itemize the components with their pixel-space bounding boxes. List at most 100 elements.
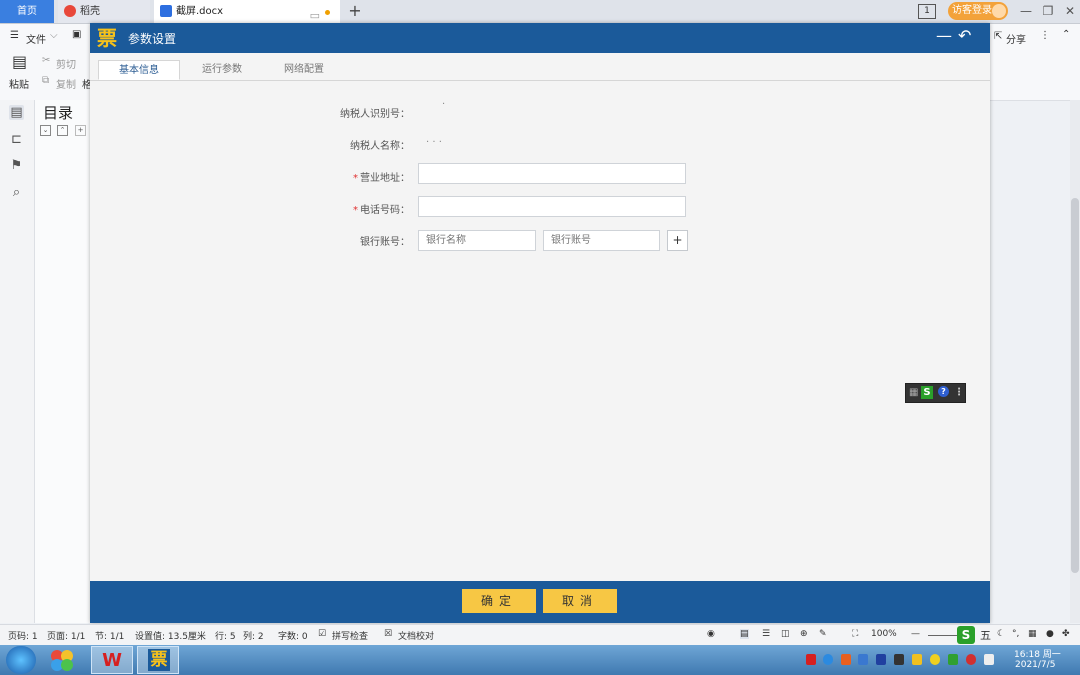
ime-toolbar[interactable]: ▦ S ? ⋮ bbox=[905, 383, 966, 403]
bookmark-icon[interactable]: ⚑ bbox=[9, 158, 24, 173]
pen-icon[interactable]: ✎ bbox=[819, 629, 827, 639]
back-icon[interactable]: ↶ bbox=[958, 26, 971, 45]
add-bank-account-button[interactable]: + bbox=[667, 230, 688, 251]
visitor-login-button[interactable]: 访客登录 bbox=[948, 2, 1008, 20]
menu-dots-icon[interactable]: ⋮ bbox=[954, 386, 964, 399]
toc-panel-icon[interactable]: ▤ bbox=[9, 105, 24, 120]
fit-page-icon[interactable]: ⛶ bbox=[852, 629, 858, 639]
confirm-button[interactable]: 确定 bbox=[462, 589, 536, 613]
sogou-ime-icon[interactable]: S bbox=[957, 626, 975, 644]
wps-taskbar-button[interactable]: W bbox=[91, 646, 133, 674]
file-menu[interactable]: 文件 bbox=[26, 31, 46, 46]
web-view-icon[interactable]: ⊕ bbox=[800, 629, 808, 639]
tab-document[interactable]: 截屏.docx ▭ bbox=[154, 0, 340, 23]
security-tray-icon[interactable] bbox=[841, 654, 851, 665]
unsaved-dot-icon bbox=[325, 10, 330, 15]
collapse-ribbon-icon[interactable]: ⌃ bbox=[1062, 29, 1070, 40]
zoom-level[interactable]: 100% bbox=[871, 629, 897, 639]
toolbox-icon[interactable]: ✤ bbox=[1062, 629, 1070, 639]
cancel-button[interactable]: 取消 bbox=[543, 589, 617, 613]
cut-icon[interactable]: ✂ bbox=[42, 55, 50, 66]
page-code[interactable]: 页码: 1 bbox=[8, 629, 38, 642]
tab-basic-info[interactable]: 基本信息 bbox=[98, 60, 180, 80]
ime-mode[interactable]: 五 bbox=[980, 627, 991, 643]
network-tray-icon[interactable] bbox=[858, 654, 868, 665]
bank-account-input[interactable] bbox=[543, 230, 660, 251]
page-count[interactable]: 页面: 1/1 bbox=[47, 629, 85, 642]
new-tab-button[interactable]: + bbox=[346, 0, 364, 23]
dialog-tabs: 基本信息 运行参数 网络配置 bbox=[90, 53, 990, 81]
doc-proof[interactable]: 文档校对 bbox=[398, 629, 434, 642]
reading-view-icon[interactable]: ◫ bbox=[781, 629, 790, 639]
invoice-taskbar-button[interactable]: 票 bbox=[137, 646, 179, 674]
row-info[interactable]: 行: 5 bbox=[215, 629, 236, 642]
paste-label[interactable]: 粘贴 bbox=[9, 76, 29, 91]
pinwheel-app-icon[interactable] bbox=[48, 648, 76, 672]
eye-protection-icon[interactable]: ◉ bbox=[707, 629, 715, 639]
section-info[interactable]: 节: 1/1 bbox=[95, 629, 124, 642]
copy-label[interactable]: 复制 bbox=[56, 76, 76, 91]
update-tray-icon[interactable] bbox=[948, 654, 958, 665]
close-icon[interactable]: ✕ bbox=[1060, 2, 1080, 20]
tab-home[interactable]: 首页 bbox=[0, 0, 54, 23]
search-icon[interactable]: ⌕ bbox=[9, 185, 24, 200]
clock-date[interactable]: 2021/7/5 bbox=[1015, 660, 1055, 670]
minimize-icon[interactable]: — bbox=[936, 26, 952, 45]
volume-tray-icon[interactable] bbox=[966, 654, 976, 665]
outline-view-icon[interactable]: ☰ bbox=[762, 629, 770, 639]
user-icon[interactable]: ● bbox=[1046, 629, 1054, 639]
setting-value[interactable]: 设置值: 13.5厘米 bbox=[135, 629, 206, 642]
bank-name-input[interactable] bbox=[418, 230, 536, 251]
tab-network-config[interactable]: 网络配置 bbox=[268, 60, 340, 80]
page-view-icon[interactable]: ▤ bbox=[740, 629, 749, 639]
restore-icon[interactable]: ❐ bbox=[1038, 2, 1058, 20]
share-button[interactable]: 分享 bbox=[1006, 31, 1026, 46]
toc-expand-icon[interactable]: ⌃ bbox=[57, 125, 68, 136]
share-icon[interactable]: ⇱ bbox=[994, 31, 1002, 42]
more-icon[interactable]: ⋮ bbox=[1040, 30, 1050, 41]
smile-tray-icon[interactable] bbox=[930, 654, 940, 665]
phone-input[interactable] bbox=[418, 196, 686, 217]
word-count[interactable]: 字数: 0 bbox=[278, 629, 308, 642]
browser-tray-icon[interactable] bbox=[823, 654, 833, 665]
toc-add-icon[interactable]: + bbox=[75, 125, 86, 136]
keyboard-icon[interactable]: ▦ bbox=[909, 386, 918, 399]
folder-icon[interactable]: ⊏ bbox=[9, 132, 24, 147]
required-mark: * bbox=[353, 173, 358, 184]
save-icon[interactable]: ▣ bbox=[72, 29, 81, 40]
tab-daoke-label: 稻壳 bbox=[80, 6, 100, 17]
zoom-slider[interactable] bbox=[928, 635, 958, 636]
business-address-input[interactable] bbox=[418, 163, 686, 184]
chevron-down-icon[interactable]: ⌵ bbox=[50, 30, 58, 41]
copy-icon[interactable]: ⧉ bbox=[42, 75, 49, 86]
signal-tray-icon[interactable] bbox=[984, 654, 994, 665]
tab-run-params[interactable]: 运行参数 bbox=[186, 60, 258, 80]
tab-document-label: 截屏.docx bbox=[176, 6, 224, 17]
key-tray-icon[interactable] bbox=[912, 654, 922, 665]
wps-tray-icon[interactable] bbox=[806, 654, 816, 665]
minimize-icon[interactable]: — bbox=[1016, 2, 1036, 20]
zoom-out-icon[interactable]: — bbox=[911, 629, 920, 639]
scrollbar-thumb[interactable] bbox=[1071, 198, 1079, 573]
bank-account-label: 银行账号： bbox=[360, 237, 410, 248]
paste-icon[interactable]: ▤ bbox=[12, 52, 27, 71]
doc-proof-icon[interactable]: ☒ bbox=[384, 629, 392, 639]
clock-time[interactable]: 16:18 周一 bbox=[1014, 647, 1061, 660]
tax-tray-icon[interactable] bbox=[876, 654, 886, 665]
window-count-icon[interactable]: 1 bbox=[918, 4, 936, 19]
cut-label[interactable]: 剪切 bbox=[56, 56, 76, 71]
soft-keyboard-icon[interactable]: ▦ bbox=[1028, 629, 1037, 639]
spell-check-icon[interactable]: ☑ bbox=[318, 629, 326, 639]
start-button[interactable] bbox=[6, 646, 36, 674]
menu-icon[interactable]: ☰ bbox=[10, 30, 19, 41]
toc-collapse-icon[interactable]: ⌄ bbox=[40, 125, 51, 136]
pen-tray-icon[interactable] bbox=[894, 654, 904, 665]
tab-daoke[interactable]: 稻壳 bbox=[58, 0, 150, 23]
punctuation-icon[interactable]: °, bbox=[1012, 629, 1019, 639]
moon-icon[interactable]: ☾ bbox=[997, 629, 1005, 639]
sogou-icon[interactable]: S bbox=[921, 386, 933, 399]
document-scrollbar[interactable] bbox=[1070, 100, 1080, 623]
col-info[interactable]: 列: 2 bbox=[243, 629, 264, 642]
help-icon[interactable]: ? bbox=[938, 386, 949, 397]
spell-check[interactable]: 拼写检查 bbox=[332, 629, 368, 642]
